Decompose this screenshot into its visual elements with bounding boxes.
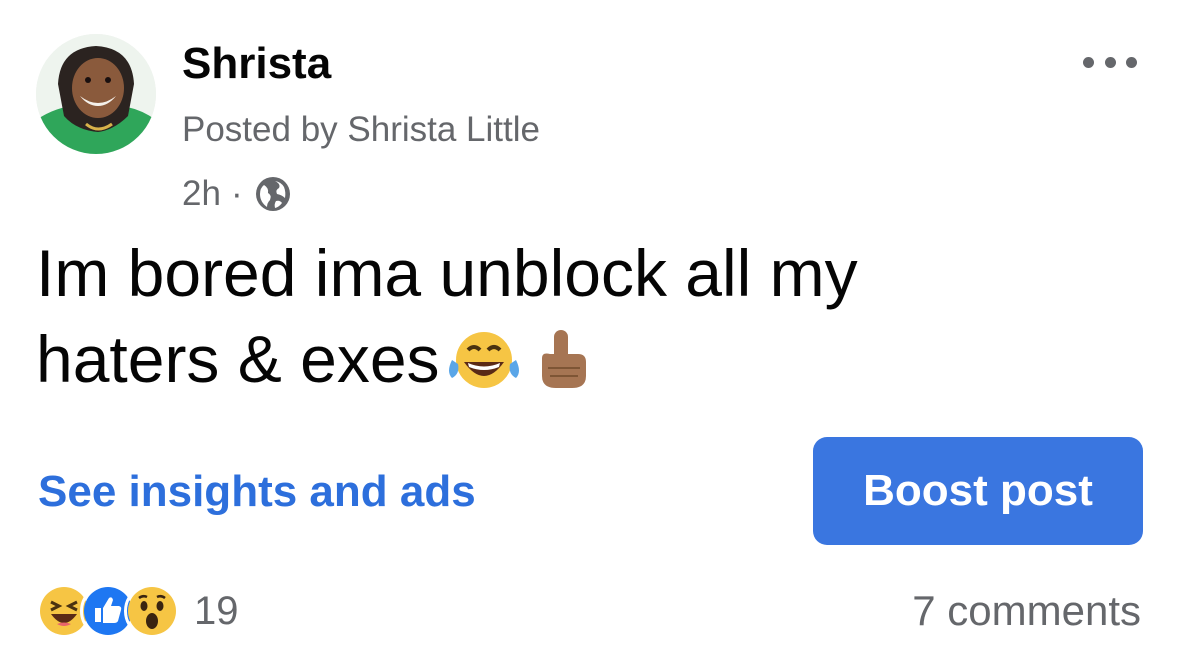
posted-by-label: Posted by Shrista Little bbox=[182, 110, 540, 149]
post-time[interactable]: 2h bbox=[182, 174, 221, 214]
more-dot bbox=[1126, 56, 1137, 68]
post-text-line2: haters & exes bbox=[36, 322, 440, 396]
reaction-count: 19 bbox=[194, 588, 239, 633]
avatar[interactable] bbox=[36, 34, 156, 154]
see-insights-link[interactable]: See insights and ads bbox=[38, 466, 476, 518]
pointing-up-emoji bbox=[528, 326, 598, 412]
post-text-line1: Im bored ima unblock all my bbox=[36, 236, 858, 310]
post-text: Im bored ima unblock all my haters & exe… bbox=[36, 230, 1136, 412]
reaction-icons bbox=[36, 583, 180, 639]
more-options-icon[interactable] bbox=[1083, 50, 1137, 74]
globe-icon[interactable] bbox=[255, 176, 291, 212]
laughing-tears-emoji bbox=[444, 326, 524, 412]
boost-post-button[interactable]: Boost post bbox=[813, 437, 1143, 545]
post-meta: 2h · bbox=[182, 172, 291, 216]
author-name[interactable]: Shrista bbox=[182, 38, 331, 90]
post-text-line2-wrap: haters & exes bbox=[36, 316, 1136, 412]
comments-count[interactable]: 7 comments bbox=[912, 584, 1141, 638]
reactions-summary[interactable]: 19 bbox=[36, 583, 239, 639]
more-dot bbox=[1083, 56, 1094, 68]
more-dot bbox=[1104, 56, 1116, 68]
meta-separator: · bbox=[230, 174, 243, 213]
avatar-image bbox=[36, 34, 156, 154]
wow-reaction-icon bbox=[124, 583, 180, 639]
